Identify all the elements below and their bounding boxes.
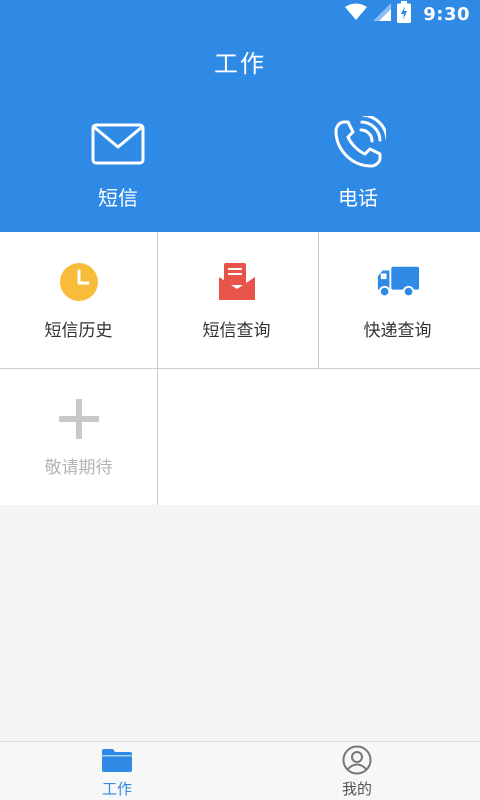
grid-divider bbox=[0, 368, 480, 369]
grid-item-label: 短信历史 bbox=[44, 321, 113, 341]
grid-item-label: 短信查询 bbox=[202, 321, 271, 341]
grid-item-sms-query[interactable]: 短信查询 bbox=[158, 232, 315, 368]
nav-tab-label: 工作 bbox=[101, 780, 132, 798]
folder-icon bbox=[101, 746, 133, 774]
nav-tab-mine[interactable]: 我的 bbox=[297, 745, 417, 800]
nav-tab-label: 我的 bbox=[341, 780, 372, 798]
phone-ringing-icon bbox=[328, 116, 388, 172]
app-screen: 9:30 工作 短信 电话 短信历史 短信查询 快递查询 敬请期待 工作 我的 bbox=[0, 0, 480, 800]
status-time: 9:30 bbox=[423, 3, 470, 25]
envelope-icon bbox=[88, 116, 148, 172]
signal-icon bbox=[373, 3, 392, 25]
mail-open-icon bbox=[215, 262, 259, 302]
grid-item-express-query[interactable]: 快递查询 bbox=[319, 232, 476, 368]
sms-label: 短信 bbox=[98, 186, 138, 210]
truck-icon bbox=[376, 262, 420, 302]
user-icon bbox=[341, 745, 373, 775]
grid-item-sms-history[interactable]: 短信历史 bbox=[0, 232, 157, 368]
plus-icon bbox=[57, 399, 101, 439]
nav-tab-work[interactable]: 工作 bbox=[57, 746, 177, 800]
feature-grid: 短信历史 短信查询 快递查询 敬请期待 bbox=[0, 232, 480, 505]
clock-icon bbox=[57, 262, 101, 302]
grid-item-label: 快递查询 bbox=[363, 321, 432, 341]
wifi-icon bbox=[345, 3, 368, 25]
status-icons: 9:30 bbox=[345, 1, 470, 27]
battery-charging-icon bbox=[397, 1, 412, 27]
bottom-nav: 工作 我的 bbox=[0, 741, 480, 800]
phone-button[interactable]: 电话 bbox=[278, 116, 438, 216]
sms-button[interactable]: 短信 bbox=[38, 116, 198, 216]
grid-divider bbox=[318, 232, 319, 368]
grid-item-label: 敬请期待 bbox=[44, 458, 113, 478]
phone-label: 电话 bbox=[338, 186, 378, 210]
grid-item-coming-soon: 敬请期待 bbox=[0, 369, 157, 505]
page-title: 工作 bbox=[214, 50, 266, 78]
header: 9:30 工作 短信 电话 bbox=[0, 0, 480, 232]
status-bar: 9:30 bbox=[0, 0, 480, 28]
